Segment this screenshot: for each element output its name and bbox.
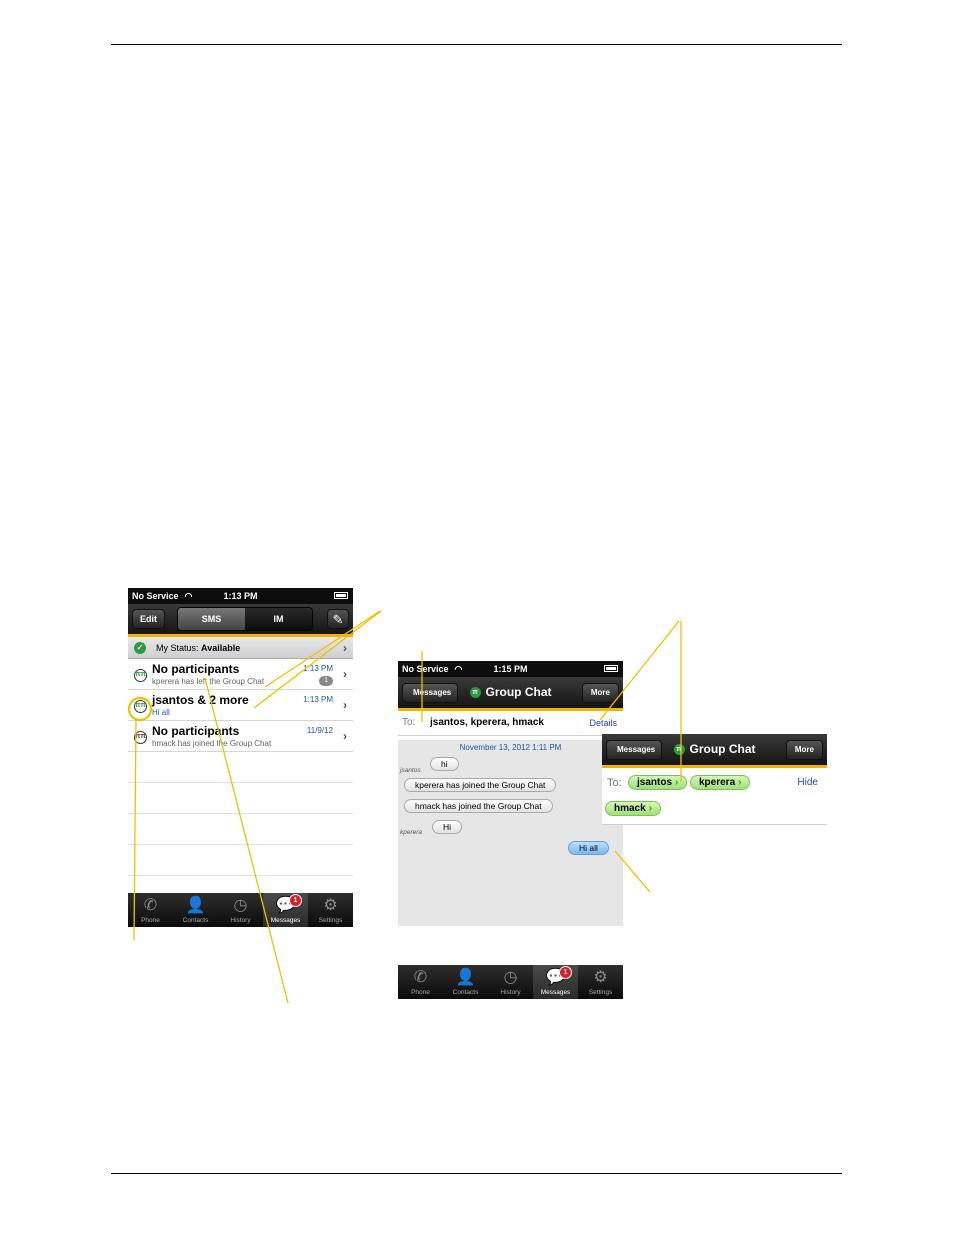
callout-line xyxy=(133,719,137,941)
callout-line xyxy=(599,620,680,721)
callout-line xyxy=(204,677,289,1004)
callout-circle xyxy=(127,696,153,722)
callout-line xyxy=(264,610,381,688)
callout-lines xyxy=(127,610,682,1004)
callout-line xyxy=(614,850,651,893)
callout-line xyxy=(253,610,382,709)
